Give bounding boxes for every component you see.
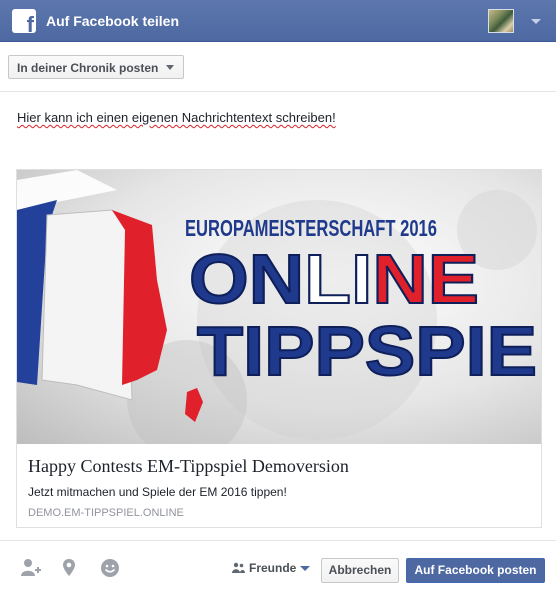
friends-icon (232, 562, 245, 573)
link-preview-image[interactable]: EUROPAMEISTERSCHAFT 2016 ON LINE TIPPSPIE (17, 170, 541, 444)
facebook-f-icon: f (12, 9, 36, 33)
divider (0, 91, 556, 92)
svg-text:ONLINE: ON LINE (189, 240, 479, 318)
tag-friends-icon[interactable] (20, 558, 41, 578)
share-target-label: In deiner Chronik posten (17, 61, 159, 75)
chevron-down-icon (300, 566, 310, 571)
privacy-label: Freunde (249, 561, 297, 575)
chevron-down-icon (166, 65, 174, 70)
cancel-button[interactable]: Abbrechen (321, 558, 399, 583)
link-preview-domain: DEMO.EM-TIPPSPIEL.ONLINE (28, 507, 184, 519)
banner-word-tippspie: TIPPSPIE (197, 312, 537, 390)
location-pin-icon[interactable] (61, 558, 81, 578)
banner-headline: EUROPAMEISTERSCHAFT 2016 (185, 215, 437, 241)
divider (0, 540, 556, 541)
dialog-title: Auf Facebook teilen (46, 13, 180, 29)
link-preview-description: Jetzt mitmachen und Spiele der EM 2016 t… (28, 485, 287, 499)
banner-word-on: ON (189, 240, 304, 318)
privacy-selector[interactable]: Freunde (232, 561, 310, 577)
link-preview-title[interactable]: Happy Contests EM-Tippspiel Demoversion (28, 456, 349, 477)
dialog-header: f Auf Facebook teilen (0, 0, 556, 42)
avatar[interactable] (488, 9, 514, 33)
banner-word-ne: NE (372, 240, 479, 318)
message-input[interactable]: Hier kann ich einen eigenen Nachrichtent… (17, 110, 336, 125)
account-menu-chevron-down-icon[interactable] (531, 19, 541, 24)
banner-word-li: LI (304, 240, 372, 318)
post-button[interactable]: Auf Facebook posten (406, 558, 545, 583)
link-preview-card[interactable]: EUROPAMEISTERSCHAFT 2016 ON LINE TIPPSPIE… (16, 169, 542, 528)
feeling-smiley-icon[interactable] (100, 558, 120, 578)
em-tippspiel-banner: EUROPAMEISTERSCHAFT 2016 ON LINE TIPPSPIE (17, 170, 538, 444)
message-text: Hier kann ich einen eigenen Nachrichtent… (17, 110, 336, 125)
share-target-dropdown[interactable]: In deiner Chronik posten (8, 55, 184, 79)
